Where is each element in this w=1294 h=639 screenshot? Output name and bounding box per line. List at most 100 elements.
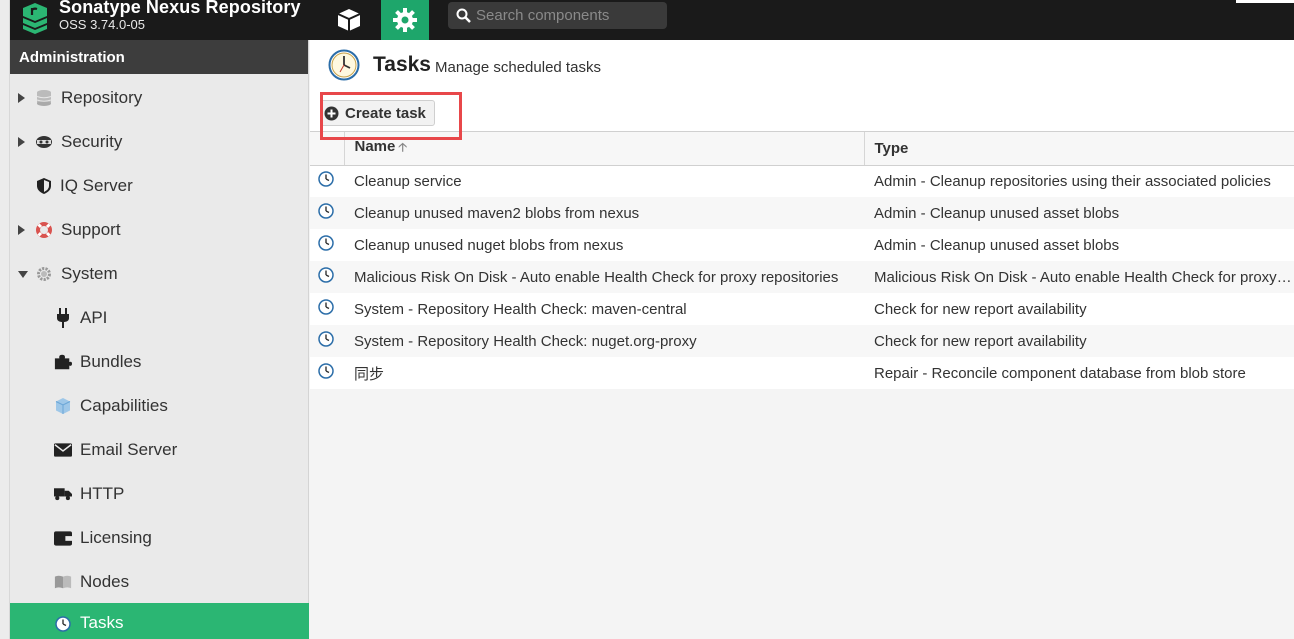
sidebar-item-security[interactable]: Security: [10, 120, 309, 164]
sidebar-item-capabilities[interactable]: Capabilities: [10, 384, 309, 428]
database-icon: [35, 89, 53, 107]
collapse-caret-icon[interactable]: [18, 271, 28, 278]
task-type-cell: Repair - Reconcile component database fr…: [874, 364, 1246, 382]
sidebar-item-label: System: [61, 264, 118, 283]
shield-icon: [35, 177, 53, 195]
sidebar-item-tasks[interactable]: Tasks: [10, 603, 309, 639]
admin-button[interactable]: [381, 0, 429, 40]
clock-icon: [328, 49, 360, 81]
sort-ascending-icon: 🡡: [398, 139, 407, 154]
sidebar-item-iq-server[interactable]: IQ Server: [10, 164, 309, 208]
sidebar-item-support[interactable]: Support: [10, 208, 309, 252]
icon-column-header: [310, 132, 344, 166]
row-icon-cell: [310, 325, 344, 357]
browse-button[interactable]: [325, 0, 373, 40]
cube-icon: [54, 397, 72, 415]
sidebar-item-label: Email Server: [80, 440, 178, 459]
row-icon-cell: [310, 261, 344, 293]
create-task-button[interactable]: Create task: [320, 100, 435, 126]
row-icon-cell: [310, 357, 344, 389]
row-icon-cell: [310, 229, 344, 261]
puzzle-icon: [54, 353, 72, 371]
task-type-cell: Admin - Cleanup unused asset blobs: [874, 236, 1120, 254]
brand: Sonatype Nexus Repository OSS 3.74.0-05: [59, 0, 301, 32]
column-header-type[interactable]: Type: [863, 132, 1294, 166]
clock-icon: [318, 267, 334, 283]
create-task-label: Create task: [345, 104, 426, 122]
page-subtitle: Manage scheduled tasks: [435, 59, 601, 76]
expand-caret-icon[interactable]: [18, 225, 25, 235]
sidebar-item-label: HTTP: [80, 484, 125, 503]
task-type-cell: Admin - Cleanup repositories using their…: [874, 172, 1271, 190]
clock-icon: [318, 363, 334, 379]
task-name-cell: System - Repository Health Check: maven-…: [354, 300, 687, 318]
plus-circle-icon: [324, 106, 339, 121]
sidebar-item-licensing[interactable]: Licensing: [10, 516, 309, 560]
table-row[interactable]: System - Repository Health Check: maven-…: [310, 293, 1294, 325]
sidebar-item-label: Licensing: [80, 528, 152, 547]
sidebar-item-label: Support: [61, 220, 121, 239]
clock-icon: [54, 615, 72, 633]
lifebuoy-icon: [35, 221, 53, 239]
search-input[interactable]: [476, 5, 661, 26]
search-icon: [456, 8, 471, 23]
gear-icon: [393, 8, 417, 32]
clock-icon: [318, 203, 334, 219]
sidebar-item-api[interactable]: API: [10, 296, 309, 340]
wallet-icon: [54, 529, 72, 547]
table-row[interactable]: Cleanup service Admin - Cleanup reposito…: [310, 165, 1294, 197]
nexus-logo-icon: [23, 3, 47, 34]
top-header: Sonatype Nexus Repository OSS 3.74.0-05: [10, 0, 1294, 40]
sidebar-item-label: IQ Server: [60, 176, 133, 195]
envelope-icon: [54, 441, 72, 459]
tasks-table: Name 🡡 Type Cleanup service Admin - Clean…: [310, 132, 1294, 389]
sidebar-item-bundles[interactable]: Bundles: [10, 340, 309, 384]
expand-caret-icon[interactable]: [18, 93, 25, 103]
main-content: Tasks Manage scheduled tasks Create task…: [310, 40, 1294, 639]
background-window-edge: [0, 0, 10, 639]
table-row[interactable]: Cleanup unused nuget blobs from nexus Ad…: [310, 229, 1294, 261]
task-type-cell: Malicious Risk On Disk - Auto enable Hea…: [864, 261, 1294, 293]
sidebar-item-label: Nodes: [80, 572, 130, 591]
security-icon: [35, 133, 53, 151]
expand-caret-icon[interactable]: [18, 137, 25, 147]
page-header: Tasks Manage scheduled tasks: [310, 40, 1294, 90]
app-version: OSS 3.74.0-05: [59, 17, 145, 32]
sidebar-item-label: Tasks: [80, 613, 124, 632]
sidebar-item-label: API: [80, 308, 108, 327]
table-row[interactable]: Cleanup unused maven2 blobs from nexus A…: [310, 197, 1294, 229]
sidebar-item-nodes[interactable]: Nodes: [10, 560, 309, 604]
sidebar-item-repository[interactable]: Repository: [10, 76, 309, 120]
task-name-cell: System - Repository Health Check: nuget.…: [344, 325, 864, 357]
table-header-row: Name 🡡 Type: [310, 132, 1294, 166]
row-icon-cell: [310, 197, 344, 229]
sidebar-item-label: Security: [61, 132, 123, 151]
task-type-cell: Check for new report availability: [864, 325, 1294, 357]
cube-icon: [337, 9, 361, 31]
table-row[interactable]: Malicious Risk On Disk - Auto enable Hea…: [310, 261, 1294, 293]
sidebar-item-system[interactable]: System: [10, 252, 309, 296]
gear-icon: [35, 265, 53, 283]
book-icon: [54, 573, 72, 591]
clock-icon: [318, 171, 334, 187]
task-type-cell: Admin - Cleanup unused asset blobs: [864, 197, 1294, 229]
table-row[interactable]: 同步 Repair - Reconcile component database…: [310, 357, 1294, 389]
toolbar: Create task: [310, 90, 1294, 132]
task-name-cell: 同步: [354, 365, 385, 383]
app-title: Sonatype Nexus Repository: [59, 0, 301, 17]
truck-icon: [54, 485, 72, 503]
overlay-panel-edge: [1236, 0, 1294, 3]
search-box[interactable]: [448, 2, 667, 29]
task-name-cell: Cleanup unused nuget blobs from nexus: [354, 236, 624, 254]
row-icon-cell: [310, 165, 344, 197]
clock-icon: [318, 299, 334, 315]
row-icon-cell: [310, 293, 344, 325]
task-name-cell: Cleanup service: [354, 172, 462, 190]
task-name-cell: Cleanup unused maven2 blobs from nexus: [344, 197, 864, 229]
sidebar-item-http[interactable]: HTTP: [10, 472, 309, 516]
column-header-name[interactable]: Name 🡡: [343, 132, 864, 166]
sidebar-heading: Administration: [10, 40, 308, 74]
sidebar-item-email-server[interactable]: Email Server: [10, 428, 309, 472]
table-row[interactable]: System - Repository Health Check: nuget.…: [310, 325, 1294, 357]
page-title: Tasks: [373, 53, 431, 76]
